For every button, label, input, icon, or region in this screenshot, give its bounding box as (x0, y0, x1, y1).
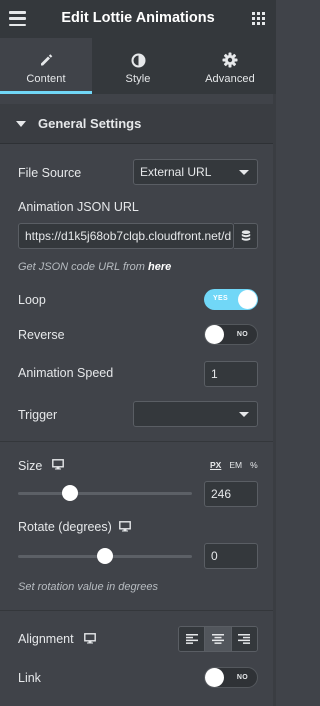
size-value: 246 (211, 487, 232, 501)
unit-px[interactable]: PX (210, 460, 221, 470)
rotate-slider[interactable] (18, 548, 192, 564)
slider-handle[interactable] (62, 485, 79, 501)
align-right-icon (238, 634, 251, 644)
size-slider[interactable] (18, 485, 192, 501)
caret-down-icon (239, 170, 249, 175)
tab-label: Style (125, 73, 151, 85)
toggle-knob (205, 325, 224, 344)
file-source-select[interactable]: External URL (133, 159, 258, 185)
json-url-input[interactable]: https://d1k5j68ob7clqb.cloudfront.net/d (18, 223, 234, 249)
rotate-hint: Set rotation value in degrees (18, 581, 159, 593)
toggle-state: NO (236, 331, 248, 338)
section-divider (0, 441, 276, 442)
toggle-knob (205, 668, 224, 687)
align-left-button[interactable] (179, 627, 206, 651)
grid-icon[interactable] (252, 12, 265, 25)
panel-tabs: Content Style Advanced (0, 38, 276, 94)
caret-down-icon (16, 120, 26, 127)
caret-down-icon (239, 412, 249, 417)
section-title: General Settings (38, 116, 142, 131)
align-center-button[interactable] (205, 627, 232, 651)
tab-content[interactable]: Content (0, 38, 92, 94)
rotate-value: 0 (211, 549, 218, 563)
size-label: Size (18, 459, 43, 473)
hint-link[interactable]: here (148, 261, 171, 273)
desktop-icon[interactable] (52, 459, 64, 473)
section-general-settings[interactable]: General Settings (0, 104, 276, 144)
json-url-hint: Get JSON code URL from here (18, 261, 171, 273)
json-url-value: https://d1k5j68ob7clqb.cloudfront.net/d (25, 229, 232, 243)
trigger-select[interactable] (133, 401, 258, 427)
align-right-button[interactable] (231, 627, 257, 651)
loop-toggle[interactable]: YES (204, 289, 258, 310)
alignment-choices (178, 626, 258, 652)
section-divider (0, 610, 276, 611)
gear-icon (222, 52, 238, 68)
dynamic-tags-button[interactable] (234, 223, 258, 249)
link-label: Link (18, 671, 41, 685)
toggle-state: YES (213, 295, 228, 302)
loop-label: Loop (18, 293, 46, 307)
tab-advanced[interactable]: Advanced (184, 38, 276, 94)
speed-value: 1 (211, 367, 218, 381)
tab-style[interactable]: Style (92, 38, 184, 94)
file-source-value: External URL (140, 165, 212, 179)
json-url-label: Animation JSON URL (18, 200, 139, 214)
file-source-label: File Source (18, 166, 82, 180)
panel-header: Edit Lottie Animations (0, 0, 276, 38)
desktop-icon[interactable] (119, 521, 131, 535)
pencil-icon (38, 52, 54, 68)
size-input[interactable]: 246 (204, 481, 258, 507)
rotate-input[interactable]: 0 (204, 543, 258, 569)
database-icon (241, 230, 250, 241)
reverse-label: Reverse (18, 328, 65, 342)
reverse-toggle[interactable]: NO (204, 324, 258, 345)
hint-text: Get JSON code URL from (18, 261, 145, 273)
rotate-label: Rotate (degrees) (18, 520, 112, 534)
desktop-icon[interactable] (84, 633, 96, 647)
speed-input[interactable]: 1 (204, 361, 258, 387)
toggle-knob (238, 290, 257, 309)
unit-em[interactable]: EM (229, 460, 242, 470)
tab-label: Content (26, 73, 66, 85)
slider-handle[interactable] (97, 548, 113, 564)
trigger-label: Trigger (18, 408, 58, 422)
panel-title: Edit Lottie Animations (61, 10, 215, 26)
align-left-icon (185, 634, 198, 644)
alignment-label: Alignment (18, 632, 74, 646)
link-toggle[interactable]: NO (204, 667, 258, 688)
unit-percent[interactable]: % (250, 460, 258, 470)
toggle-state: NO (236, 674, 248, 681)
scrollbar[interactable] (273, 94, 276, 706)
size-units: PX EM % (210, 460, 258, 470)
tab-label: Advanced (205, 73, 255, 85)
half-circle-icon (130, 52, 146, 68)
align-center-icon (211, 634, 224, 644)
speed-label: Animation Speed (18, 366, 114, 380)
